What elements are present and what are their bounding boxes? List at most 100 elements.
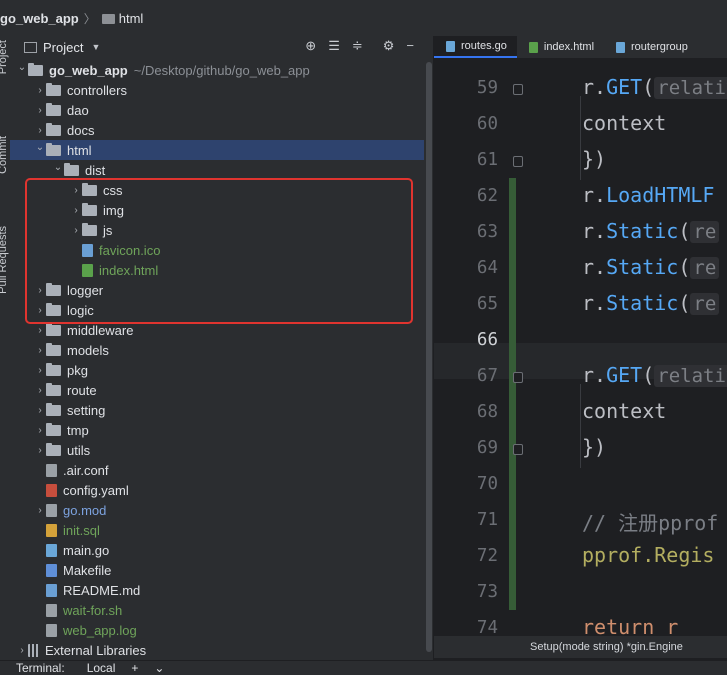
scrollbar-thumb[interactable]	[426, 62, 432, 652]
folder-icon	[82, 182, 97, 196]
code-line[interactable]: r.LoadHTMLF	[582, 183, 714, 207]
indent-guide	[580, 96, 581, 180]
collapsed-arrow-icon[interactable]: ›	[34, 365, 46, 376]
tree-row[interactable]: › setting	[10, 400, 424, 420]
collapsed-arrow-icon[interactable]: ›	[34, 285, 46, 296]
expanded-arrow-icon[interactable]: ⌄	[34, 142, 46, 153]
tree-row[interactable]: › dao	[10, 100, 424, 120]
code-line[interactable]: r.GET(relativ	[582, 75, 727, 99]
folder-icon	[82, 222, 97, 236]
collapsed-arrow-icon[interactable]: ›	[34, 305, 46, 316]
line-number: 74	[476, 618, 498, 638]
code-line[interactable]: pprof.Regis	[582, 543, 714, 567]
tree-row[interactable]: favicon.ico	[10, 240, 424, 260]
breadcrumb-folder[interactable]: html	[119, 11, 144, 26]
collapsed-arrow-icon[interactable]: ›	[70, 205, 82, 216]
tree-row[interactable]: › css	[10, 180, 424, 200]
editor-tab[interactable]: index.html	[517, 36, 604, 58]
tree-row[interactable]: › docs	[10, 120, 424, 140]
tree-row[interactable]: › models	[10, 340, 424, 360]
code-line[interactable]: r.GET(relativ	[582, 363, 727, 387]
collapsed-arrow-icon[interactable]: ›	[34, 345, 46, 356]
tree-row[interactable]: index.html	[10, 260, 424, 280]
collapsed-arrow-icon[interactable]: ›	[16, 645, 28, 656]
code-line[interactable]: })	[582, 435, 606, 459]
code-line[interactable]: })	[582, 147, 606, 171]
project-tool-button[interactable]: Project	[0, 40, 9, 74]
code-line[interactable]: context	[582, 111, 666, 135]
vcs-change-marker[interactable]	[509, 178, 516, 610]
crosshair-icon[interactable]: ⊕	[305, 38, 316, 54]
tree-row[interactable]: › route	[10, 380, 424, 400]
collapsed-arrow-icon[interactable]: ›	[34, 85, 46, 96]
tree-row[interactable]: config.yaml	[10, 480, 424, 500]
tree-row[interactable]: › External Libraries	[10, 640, 424, 660]
code-token: pprof.	[582, 543, 655, 567]
expanded-arrow-icon[interactable]: ⌄	[16, 62, 28, 73]
tree-row[interactable]: .air.conf	[10, 460, 424, 480]
project-view-selector[interactable]: Project ▼	[24, 40, 100, 55]
tree-row[interactable]: ⌄ dist	[10, 160, 424, 180]
code-line[interactable]: context	[582, 399, 666, 423]
project-scrollbar[interactable]	[424, 60, 433, 652]
tree-row[interactable]: › logic	[10, 300, 424, 320]
collapsed-arrow-icon[interactable]: ›	[70, 225, 82, 236]
tree-row[interactable]: Makefile	[10, 560, 424, 580]
fold-marker[interactable]	[513, 372, 523, 383]
tree-row[interactable]: › tmp	[10, 420, 424, 440]
tree-row[interactable]: › go.mod	[10, 500, 424, 520]
add-terminal-icon[interactable]: +	[131, 661, 138, 675]
expanded-arrow-icon[interactable]: ⌄	[52, 162, 64, 173]
fold-marker[interactable]	[513, 84, 523, 95]
collapsed-arrow-icon[interactable]: ›	[70, 185, 82, 196]
settings-icon[interactable]: ⚙	[383, 38, 395, 54]
tree-row[interactable]: init.sql	[10, 520, 424, 540]
editor-tab[interactable]: routes.go	[434, 36, 517, 58]
breadcrumb-project[interactable]: go_web_app	[0, 11, 79, 26]
collapsed-arrow-icon[interactable]: ›	[34, 385, 46, 396]
tree-row[interactable]: main.go	[10, 540, 424, 560]
chevron-down-icon[interactable]: ⌄	[154, 661, 164, 675]
tree-row[interactable]: › utils	[10, 440, 424, 460]
collapse-all-icon[interactable]: ≑	[352, 38, 363, 54]
fold-marker[interactable]	[513, 156, 523, 167]
collapsed-arrow-icon[interactable]: ›	[34, 405, 46, 416]
tree-row[interactable]: › logger	[10, 280, 424, 300]
tree-row[interactable]: README.md	[10, 580, 424, 600]
tree-row[interactable]: › controllers	[10, 80, 424, 100]
pull-requests-tool-button[interactable]: Pull Requests	[0, 226, 9, 294]
tree-row[interactable]: ⌄ html	[10, 140, 424, 160]
code-line[interactable]: r.Static(re	[582, 291, 720, 315]
code-line[interactable]: r.Static(re	[582, 255, 720, 279]
code-line[interactable]: // 注册pprof	[582, 507, 718, 536]
tree-row[interactable]: web_app.log	[10, 620, 424, 640]
tree-row[interactable]: › img	[10, 200, 424, 220]
collapsed-arrow-icon[interactable]: ›	[34, 505, 46, 516]
code-line[interactable]: return r	[582, 615, 678, 638]
collapsed-arrow-icon[interactable]: ›	[34, 425, 46, 436]
code-area[interactable]: r.GET(relativ context}) r.LoadHTMLF r.Stat…	[524, 58, 727, 638]
terminal-label[interactable]: Terminal:	[16, 661, 65, 675]
collapsed-arrow-icon[interactable]: ›	[34, 105, 46, 116]
commit-tool-button[interactable]: Commit	[0, 136, 9, 174]
collapsed-arrow-icon[interactable]: ›	[34, 325, 46, 336]
tree-row[interactable]: › pkg	[10, 360, 424, 380]
tree-item-label: .air.conf	[63, 462, 109, 478]
collapsed-arrow-icon[interactable]: ›	[34, 125, 46, 136]
editor-tab[interactable]: routergroup	[604, 36, 698, 58]
tab-label: routergroup	[631, 41, 688, 53]
tree-item-label: controllers	[67, 82, 127, 98]
expand-all-icon[interactable]: ☰	[328, 38, 340, 54]
tree-row[interactable]: ⌄ go_web_app ~/Desktop/github/go_web_app	[10, 60, 424, 80]
tree-row[interactable]: › js	[10, 220, 424, 240]
tree-row[interactable]: wait-for.sh	[10, 600, 424, 620]
tree-row[interactable]: › middleware	[10, 320, 424, 340]
line-number: 71	[476, 510, 498, 530]
collapsed-arrow-icon[interactable]: ›	[34, 445, 46, 456]
fold-marker[interactable]	[513, 444, 523, 455]
code-line[interactable]: r.Static(re	[582, 219, 720, 243]
line-number: 72	[476, 546, 498, 566]
terminal-tab-local[interactable]: Local	[87, 661, 116, 675]
tree-item-label: index.html	[99, 262, 159, 278]
hide-icon[interactable]: −	[406, 38, 414, 54]
